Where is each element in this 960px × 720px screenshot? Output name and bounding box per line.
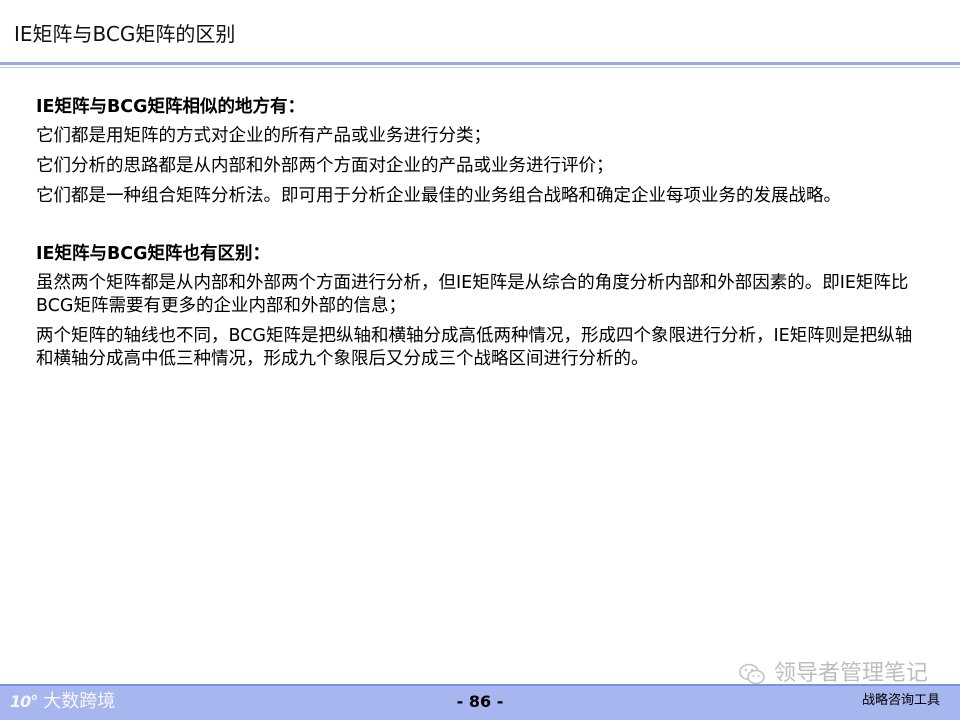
- footer-section-label: 战略咨询工具: [861, 693, 940, 708]
- title-divider-thin: [0, 67, 960, 68]
- wechat-icon: [739, 663, 765, 685]
- section-heading-similarities: IE矩阵与BCG矩阵相似的地方有：: [36, 97, 306, 117]
- similarity-item-3: 它们都是一种组合矩阵分析法。即可用于分析企业最佳的业务组合战略和确定企业每项业务…: [36, 186, 841, 206]
- slide-body: IE矩阵与BCG矩阵相似的地方有： 它们都是用矩阵的方式对企业的所有产品或业务进…: [36, 96, 916, 378]
- title-divider: [0, 62, 960, 65]
- difference-item-2: 两个矩阵的轴线也不同，BCG矩阵是把纵轴和横轴分成高低两种情况，形成四个象限进行…: [36, 326, 913, 369]
- similarity-item-2: 它们分析的思路都是从内部和外部两个方面对企业的产品或业务进行评价；: [36, 156, 614, 176]
- similarity-item-1: 它们都是用矩阵的方式对企业的所有产品或业务进行分类；: [36, 126, 491, 146]
- section-heading-differences: IE矩阵与BCG矩阵也有区别：: [36, 244, 271, 264]
- difference-item-1: 虽然两个矩阵都是从内部和外部两个方面进行分析，但IE矩阵是从综合的角度分析内部和…: [36, 273, 909, 316]
- slide-title: IE矩阵与BCG矩阵的区别: [14, 22, 236, 46]
- page-number: - 86 -: [456, 692, 504, 711]
